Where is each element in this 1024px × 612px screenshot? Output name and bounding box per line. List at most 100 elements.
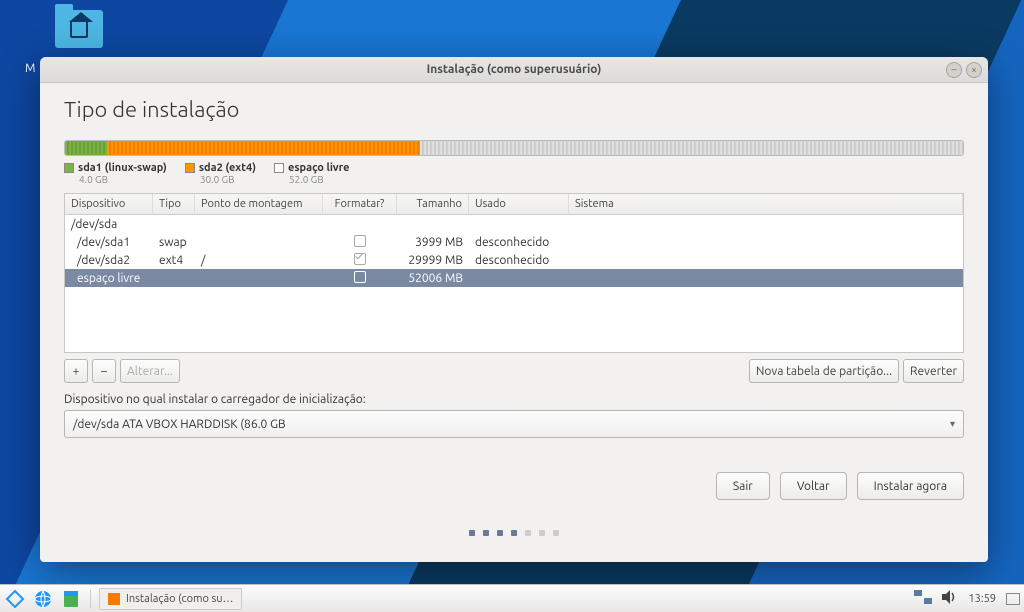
table-row[interactable]: /dev/sda xyxy=(65,215,963,233)
network-icon[interactable] xyxy=(914,590,932,607)
pager-dot xyxy=(497,530,503,536)
files-icon[interactable] xyxy=(60,588,82,610)
pager-dot xyxy=(539,530,545,536)
bootloader-device-combo[interactable]: /dev/sda ATA VBOX HARDDISK (86.0 GB xyxy=(64,410,964,438)
legend-swatch xyxy=(185,163,195,173)
table-header-row: Dispositivo Tipo Ponto de montagem Forma… xyxy=(65,194,963,215)
cell-used: desconhecido xyxy=(469,235,569,250)
legend-label: sda2 (ext4) xyxy=(199,162,256,174)
legend-item: sda2 (ext4)30.0 GB xyxy=(185,162,256,185)
disk-legend: sda1 (linux-swap)4.0 GB sda2 (ext4)30.0 G… xyxy=(64,162,964,185)
start-menu-icon[interactable] xyxy=(4,588,26,610)
cell-system xyxy=(569,277,963,279)
taskbar-entry-label: Instalação (como su… xyxy=(126,593,233,605)
legend-swatch xyxy=(64,163,74,173)
disk-segment xyxy=(65,141,107,155)
cell-format xyxy=(323,270,397,287)
col-format[interactable]: Formatar? xyxy=(323,194,397,215)
legend-swatch xyxy=(274,163,284,173)
disk-segment xyxy=(107,141,420,155)
partition-table: Dispositivo Tipo Ponto de montagem Forma… xyxy=(64,193,964,353)
cell-used: desconhecido xyxy=(469,253,569,268)
cell-mount xyxy=(195,277,323,279)
cell-type xyxy=(153,277,195,279)
remove-partition-button[interactable]: – xyxy=(92,359,116,383)
window-title: Instalação (como superusuário) xyxy=(46,63,982,76)
cell-size: 29999 MB xyxy=(397,253,469,268)
taskbar-entry-installer[interactable]: Instalação (como su… xyxy=(99,588,242,610)
wizard-footer: Sair Voltar Instalar agora xyxy=(64,472,964,500)
col-mount[interactable]: Ponto de montagem xyxy=(195,194,323,215)
page-title: Tipo de instalação xyxy=(64,97,964,122)
step-pager xyxy=(64,530,964,536)
revert-button[interactable]: Reverter xyxy=(903,359,964,383)
legend-sublabel: 52.0 GB xyxy=(289,174,349,185)
back-button[interactable]: Voltar xyxy=(780,472,847,500)
cell-type: swap xyxy=(153,235,195,250)
installer-window: Instalação (como superusuário) – × Tipo … xyxy=(40,57,988,562)
taskbar-separator xyxy=(90,590,91,608)
workspace-pager[interactable] xyxy=(1006,593,1020,605)
table-row[interactable]: espaço livre 52006 MB xyxy=(65,269,963,287)
format-checkbox[interactable] xyxy=(354,271,366,283)
new-partition-table-button[interactable]: Nova tabela de partição... xyxy=(749,359,899,383)
pager-dot xyxy=(469,530,475,536)
col-used[interactable]: Usado xyxy=(469,194,569,215)
cell-system xyxy=(569,259,963,261)
pager-dot xyxy=(525,530,531,536)
cell-size xyxy=(397,223,469,225)
disk-segment xyxy=(420,141,963,155)
cell-type xyxy=(153,223,195,225)
cell-type: ext4 xyxy=(153,253,195,268)
col-size[interactable]: Tamanho xyxy=(397,194,469,215)
legend-sublabel: 4.0 GB xyxy=(79,174,167,185)
desktop-label-fragment: M xyxy=(25,62,35,75)
cell-device: /dev/sda2 xyxy=(65,253,153,268)
table-row[interactable]: /dev/sda1swap 3999 MBdesconhecido xyxy=(65,233,963,251)
cell-used xyxy=(469,277,569,279)
disk-usage-bar xyxy=(64,140,964,156)
cell-device: /dev/sda1 xyxy=(65,235,153,250)
cell-system xyxy=(569,241,963,243)
cell-mount xyxy=(195,241,323,243)
change-partition-button[interactable]: Alterar... xyxy=(120,359,180,383)
installer-task-icon xyxy=(108,593,120,605)
folder-icon xyxy=(55,10,103,48)
minimize-button[interactable]: – xyxy=(946,62,962,78)
pager-dot xyxy=(483,530,489,536)
cell-device: /dev/sda xyxy=(65,217,153,232)
table-row[interactable]: /dev/sda2ext4/ 29999 MBdesconhecido xyxy=(65,251,963,269)
browser-icon[interactable] xyxy=(32,588,54,610)
bootloader-value: /dev/sda ATA VBOX HARDDISK (86.0 GB xyxy=(73,418,286,431)
cell-size: 52006 MB xyxy=(397,271,469,286)
cell-format xyxy=(323,223,397,225)
quit-button[interactable]: Sair xyxy=(716,472,770,500)
cell-format xyxy=(323,252,397,269)
format-checkbox[interactable] xyxy=(354,235,366,247)
format-checkbox[interactable] xyxy=(354,253,366,265)
col-system[interactable]: Sistema xyxy=(569,194,963,215)
desktop-home-folder[interactable] xyxy=(55,10,103,48)
install-now-button[interactable]: Instalar agora xyxy=(857,472,964,500)
add-partition-button[interactable]: + xyxy=(64,359,88,383)
pager-dot xyxy=(553,530,559,536)
cell-mount: / xyxy=(195,253,323,268)
legend-sublabel: 30.0 GB xyxy=(200,174,256,185)
titlebar[interactable]: Instalação (como superusuário) – × xyxy=(40,57,988,83)
legend-item: sda1 (linux-swap)4.0 GB xyxy=(64,162,167,185)
bootloader-label: Dispositivo no qual instalar o carregado… xyxy=(64,393,964,406)
taskbar: Instalação (como su… 13:59 xyxy=(0,584,1024,612)
volume-icon[interactable] xyxy=(942,590,958,607)
cell-mount xyxy=(195,223,323,225)
cell-size: 3999 MB xyxy=(397,235,469,250)
col-device[interactable]: Dispositivo xyxy=(65,194,153,215)
legend-label: sda1 (linux-swap) xyxy=(78,162,167,174)
cell-device: espaço livre xyxy=(65,271,153,286)
col-type[interactable]: Tipo xyxy=(153,194,195,215)
cell-format xyxy=(323,234,397,251)
legend-label: espaço livre xyxy=(288,162,349,174)
close-button[interactable]: × xyxy=(966,62,982,78)
cell-system xyxy=(569,223,963,225)
clock[interactable]: 13:59 xyxy=(968,593,996,605)
pager-dot xyxy=(511,530,517,536)
